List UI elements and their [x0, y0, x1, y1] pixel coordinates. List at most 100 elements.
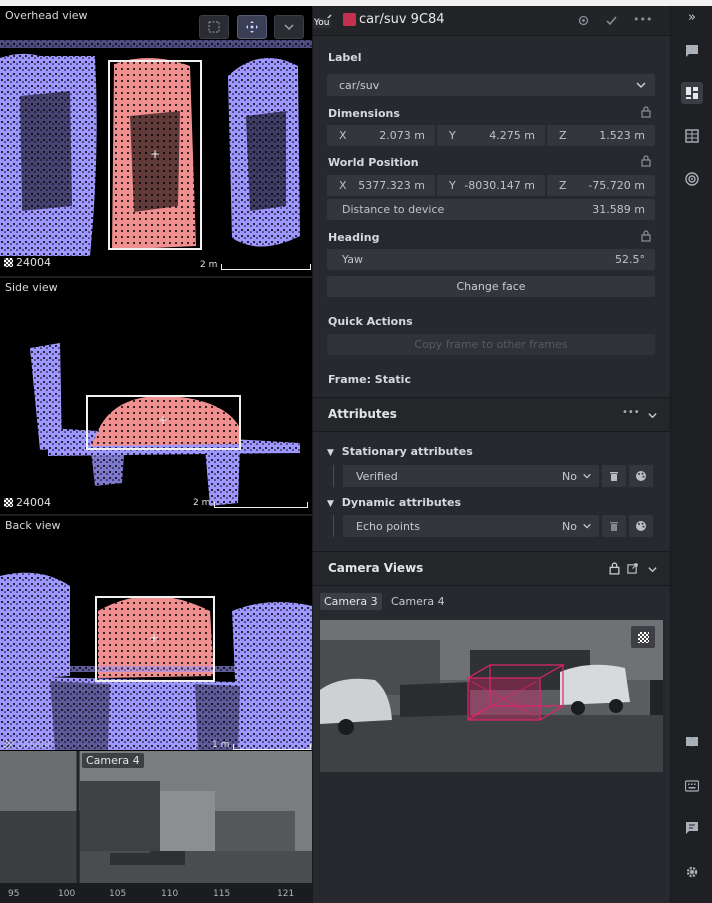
world-z-field[interactable]: Z -75.720 m: [547, 175, 655, 196]
book-icon[interactable]: [681, 731, 703, 753]
camera-views-section-header[interactable]: Camera Views: [313, 552, 671, 585]
world-y-key: Y: [449, 179, 456, 192]
radar-icon[interactable]: [681, 168, 703, 190]
side-scale: 2 m: [193, 498, 309, 508]
chevron-down-icon: [583, 523, 591, 529]
dimension-y-field[interactable]: Y 4.275 m: [437, 125, 545, 146]
side-view[interactable]: + Side view 24004 2 m: [0, 276, 312, 512]
copy-frame-button[interactable]: Copy frame to other frames: [327, 334, 655, 355]
lock-icon[interactable]: [641, 230, 651, 242]
attributes-section-header[interactable]: Attributes •••: [313, 398, 671, 431]
timeline-tick: 110: [161, 889, 179, 899]
chevron-down-icon: [284, 24, 294, 31]
overhead-view[interactable]: + Overhead view 24004 2 m: [0, 6, 312, 274]
attribute-value: No: [562, 520, 577, 533]
box-select-tool-button[interactable]: [199, 15, 229, 39]
back-scale-bar: [233, 744, 312, 750]
trash-icon: [610, 471, 618, 481]
label-select-value: car/suv: [339, 79, 380, 92]
attribute-row: Verified No: [343, 465, 655, 487]
tool-dropdown-button[interactable]: [274, 15, 304, 39]
right-sidebar: »: [670, 6, 712, 903]
locate-icon[interactable]: [577, 14, 590, 27]
camera-strip-image: [0, 751, 312, 883]
move-icon: [246, 21, 258, 33]
palette-button[interactable]: [629, 465, 653, 487]
chevron-down-icon[interactable]: [647, 410, 658, 421]
camera-fit-button[interactable]: [631, 626, 655, 648]
more-icon[interactable]: •••: [622, 407, 640, 418]
attribute-name: Echo points: [356, 520, 420, 533]
label-select[interactable]: car/suv: [327, 74, 655, 96]
object-color-swatch[interactable]: [343, 13, 356, 26]
back-view[interactable]: + Back view 24004 1 m: [0, 514, 312, 750]
heading-heading: Heading: [328, 231, 380, 244]
divider: [313, 431, 671, 432]
comment-icon[interactable]: [681, 40, 703, 62]
delete-attribute-button[interactable]: [602, 465, 626, 487]
world-y-field[interactable]: Y -8030.147 m: [437, 175, 545, 196]
camera-strip-label: Camera 4: [82, 753, 144, 768]
change-face-button[interactable]: Change face: [327, 276, 655, 297]
tree-line: [333, 515, 334, 537]
palette-button[interactable]: [629, 515, 653, 537]
timeline[interactable]: 95 100 105 110 115 121: [0, 883, 312, 903]
attribute-select[interactable]: Verified No: [343, 465, 599, 487]
dimension-z-value: 1.523 m: [599, 129, 645, 142]
back-center-cross: +: [149, 631, 160, 645]
side-scale-bar: [214, 502, 309, 508]
table-icon[interactable]: [681, 125, 703, 147]
back-frame-number: 24004: [16, 738, 51, 750]
overhead-scale-label: 2 m: [200, 260, 218, 270]
move-tool-button[interactable]: [237, 15, 267, 39]
dashed-square-icon: [208, 21, 220, 33]
camera-views-title: Camera Views: [328, 561, 424, 575]
yaw-key: Yaw: [342, 253, 363, 266]
timeline-tick: 95: [8, 889, 20, 899]
side-frame-number: 24004: [16, 496, 51, 509]
timeline-tick: 121: [277, 889, 295, 899]
delete-attribute-button[interactable]: [602, 515, 626, 537]
lock-icon[interactable]: [641, 106, 651, 118]
external-link-icon[interactable]: [627, 563, 638, 574]
chevron-down-icon[interactable]: [647, 564, 658, 575]
caret-down-icon: ▼: [327, 448, 334, 458]
dynamic-attributes-label: Dynamic attributes: [341, 496, 462, 509]
timeline-tick: 105: [109, 889, 127, 899]
stationary-attributes-label: Stationary attributes: [341, 445, 473, 458]
side-view-title: Side view: [5, 281, 58, 294]
object-panel: You car/suv 9C84 ••• Label car/suv Dimen…: [312, 6, 671, 903]
stationary-attributes-toggle[interactable]: ▼ Stationary attributes: [327, 445, 473, 458]
world-z-value: -75.720 m: [588, 179, 645, 192]
overhead-scale-bar: [221, 264, 312, 270]
dimension-y-value: 4.275 m: [489, 129, 535, 142]
tab-camera-3[interactable]: Camera 3: [320, 593, 382, 610]
expand-icon[interactable]: »: [681, 6, 703, 28]
lock-icon[interactable]: [609, 562, 620, 575]
more-icon[interactable]: •••: [633, 13, 652, 26]
side-scale-label: 2 m: [193, 498, 211, 508]
check-icon[interactable]: [605, 14, 618, 27]
timeline-tick: 115: [213, 889, 231, 899]
dynamic-attributes-toggle[interactable]: ▼ Dynamic attributes: [327, 496, 461, 509]
feedback-icon[interactable]: [681, 817, 703, 839]
attribute-select[interactable]: Echo points No: [343, 515, 599, 537]
yaw-field[interactable]: Yaw 52.5°: [327, 249, 655, 270]
keyboard-icon[interactable]: [681, 775, 703, 797]
chevron-down-icon: [583, 473, 591, 479]
dashboard-icon[interactable]: [681, 82, 703, 104]
dimension-z-field[interactable]: Z 1.523 m: [547, 125, 655, 146]
camera-strip[interactable]: Camera 4: [0, 751, 312, 883]
distance-to-device-key: Distance to device: [342, 203, 445, 216]
dimensions-heading: Dimensions: [328, 107, 400, 120]
overhead-center-cross: +: [150, 147, 161, 161]
checker-icon: [637, 631, 649, 643]
settings-icon[interactable]: [681, 861, 703, 883]
camera-view-image[interactable]: [320, 620, 663, 772]
tab-camera-4[interactable]: Camera 4: [387, 593, 449, 610]
dimension-x-field[interactable]: X 2.073 m: [327, 125, 435, 146]
dimension-x-value: 2.073 m: [379, 129, 425, 142]
world-x-field[interactable]: X 5377.323 m: [327, 175, 435, 196]
lock-icon[interactable]: [641, 155, 651, 167]
you-badge: You: [313, 18, 331, 28]
